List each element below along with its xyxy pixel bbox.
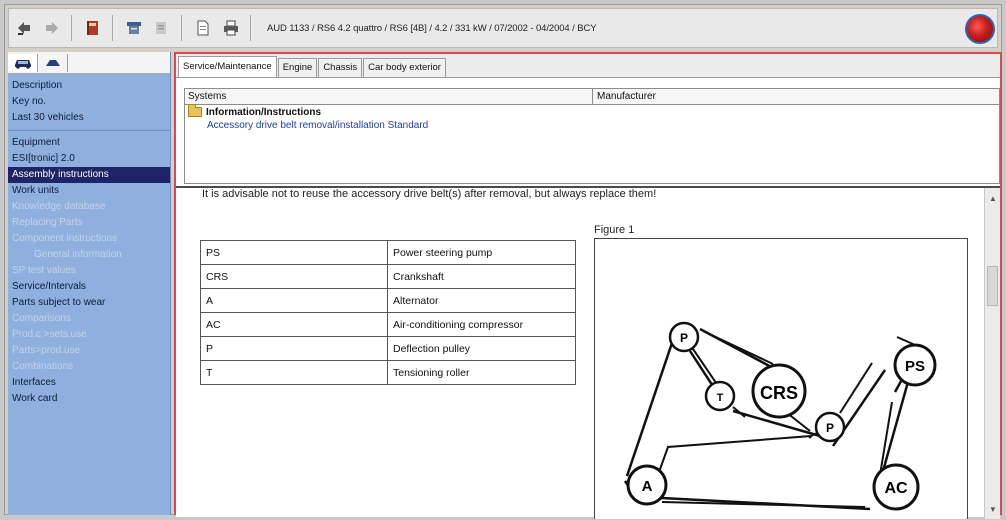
advice-text: It is advisable not to reuse the accesso… bbox=[202, 188, 657, 200]
toolbar-separator bbox=[250, 15, 251, 41]
document-icon[interactable] bbox=[190, 14, 216, 42]
legend-desc: Power steering pump bbox=[387, 240, 576, 265]
vehicle-info: AUD 1133 / RS6 4.2 quattro / RS6 [4B] / … bbox=[267, 22, 597, 34]
legend-desc: Deflection pulley bbox=[387, 336, 576, 361]
folder-icon bbox=[188, 104, 202, 117]
pulley-label: P bbox=[826, 421, 834, 435]
legend-abbr: T bbox=[200, 360, 388, 385]
legend-desc: Air-conditioning compressor bbox=[387, 312, 576, 337]
sidebar-item-interfaces[interactable]: Interfaces bbox=[8, 375, 170, 391]
pulley-label: AC bbox=[884, 480, 908, 497]
figure-title: Figure 1 bbox=[594, 224, 635, 236]
toolbar-separator bbox=[112, 15, 113, 41]
sidebar-item-esitronic[interactable]: ESI[tronic] 2.0 bbox=[8, 151, 170, 167]
legend-abbr: A bbox=[200, 288, 388, 313]
legend-abbr: AC bbox=[200, 312, 388, 337]
forward-icon[interactable] bbox=[39, 14, 65, 42]
book-icon[interactable] bbox=[80, 14, 106, 42]
tree-group-information-instructions[interactable]: Information/Instructions bbox=[185, 104, 999, 119]
pulley-label: P bbox=[680, 331, 688, 345]
legend-desc: Crankshaft bbox=[387, 264, 576, 289]
toolbar-separator bbox=[71, 15, 72, 41]
pulley-a: A bbox=[626, 464, 668, 506]
legend-abbr: P bbox=[200, 336, 388, 361]
filter-icon[interactable] bbox=[11, 14, 37, 42]
legend-desc: Tensioning roller bbox=[387, 360, 576, 385]
scrollbar-thumb[interactable] bbox=[987, 266, 998, 306]
sidebar-item-knowledge-database: Knowledge database bbox=[12, 201, 106, 212]
sidebar-item-comparisons: Comparisons bbox=[12, 313, 71, 324]
table-row: PS Power steering pump bbox=[200, 240, 576, 265]
sidebar-item-description[interactable]: Description bbox=[8, 78, 170, 94]
sidebar-item-parts-prod-use: Parts>prod.use bbox=[12, 345, 81, 356]
zoom-icon[interactable] bbox=[149, 14, 175, 42]
pulley-crs: CRS bbox=[751, 363, 807, 419]
systems-header: Systems Manufacturer bbox=[185, 89, 999, 105]
table-row: P Deflection pulley bbox=[200, 336, 576, 361]
column-header-manufacturer[interactable]: Manufacturer bbox=[593, 89, 999, 104]
legend-desc: Alternator bbox=[387, 288, 576, 313]
legend-abbr: PS bbox=[200, 240, 388, 265]
sidebar-item-assembly-instructions[interactable]: Assembly instructions bbox=[8, 167, 170, 183]
pulley-label: PS bbox=[905, 358, 925, 375]
tab-car-body-exterior[interactable]: Car body exterior bbox=[363, 58, 446, 77]
sidebar-item-general-information: General information bbox=[34, 249, 122, 260]
print-preview-icon[interactable] bbox=[121, 14, 147, 42]
sidebar-divider bbox=[8, 130, 170, 131]
sidebar-item-sp-test-values: SP test values bbox=[12, 265, 76, 276]
pulley-label: CRS bbox=[760, 383, 798, 403]
column-header-systems[interactable]: Systems bbox=[185, 89, 593, 104]
tab-engine[interactable]: Engine bbox=[277, 58, 318, 77]
pulley-label: T bbox=[717, 392, 724, 404]
sidebar-menu: Description Key no. Last 30 vehicles Equ… bbox=[8, 74, 170, 407]
tree-item-drive-belt[interactable]: Accessory drive belt removal/installatio… bbox=[185, 119, 999, 133]
sidebar-item-equipment[interactable]: Equipment bbox=[8, 135, 170, 151]
sidebar: Description Key no. Last 30 vehicles Equ… bbox=[8, 52, 171, 515]
car-icon[interactable] bbox=[8, 53, 38, 72]
toolbar: AUD 1133 / RS6 4.2 quattro / RS6 [4B] / … bbox=[8, 8, 998, 48]
tab-chassis[interactable]: Chassis bbox=[318, 58, 363, 77]
sidebar-item-combinations: Combinations bbox=[12, 361, 74, 372]
sidebar-tabs bbox=[8, 52, 170, 74]
pulley-t: T bbox=[704, 380, 736, 412]
tree-group-label: Information/Instructions bbox=[206, 106, 321, 118]
pulley-ac: AC bbox=[872, 463, 920, 511]
sidebar-item-work-card[interactable]: Work card bbox=[8, 391, 170, 407]
main-panel: Service/Maintenance Engine Chassis Car b… bbox=[174, 52, 1002, 519]
table-row: CRS Crankshaft bbox=[200, 264, 576, 289]
pulley-p-lower: P bbox=[814, 411, 846, 443]
systems-list: Systems Manufacturer Information/Instruc… bbox=[184, 88, 1000, 184]
legend-table: PS Power steering pump CRS Crankshaft A … bbox=[200, 240, 576, 385]
sidebar-item-component-instructions: Component instructions bbox=[12, 233, 118, 244]
sidebar-item-parts-subject-to-wear[interactable]: Parts subject to wear bbox=[8, 295, 170, 311]
brand-logo-icon bbox=[965, 14, 995, 44]
car-part-icon[interactable] bbox=[38, 53, 68, 72]
toolbar-separator bbox=[181, 15, 182, 41]
tab-service-maintenance[interactable]: Service/Maintenance bbox=[178, 56, 277, 77]
table-row: A Alternator bbox=[200, 288, 576, 313]
sidebar-item-work-units[interactable]: Work units bbox=[8, 183, 170, 199]
pulley-ps: PS bbox=[893, 343, 937, 387]
table-row: T Tensioning roller bbox=[200, 360, 576, 385]
scroll-up-arrow-icon[interactable]: ▲ bbox=[985, 190, 1001, 206]
vertical-scrollbar[interactable]: ▲ ▼ bbox=[984, 188, 1000, 519]
table-row: AC Air-conditioning compressor bbox=[200, 312, 576, 337]
pulley-label: A bbox=[642, 478, 653, 495]
sidebar-item-prod-sets-use: Prod.c.>sets.use bbox=[12, 329, 87, 340]
printer-icon[interactable] bbox=[218, 14, 244, 42]
sidebar-item-last-30-vehicles[interactable]: Last 30 vehicles bbox=[8, 110, 170, 126]
sidebar-item-key-no[interactable]: Key no. bbox=[8, 94, 170, 110]
pulley-p-upper: P bbox=[668, 321, 700, 353]
document-view: It is advisable not to reuse the accesso… bbox=[176, 186, 1000, 519]
legend-abbr: CRS bbox=[200, 264, 388, 289]
sidebar-item-service-intervals[interactable]: Service/Intervals bbox=[8, 279, 170, 295]
sidebar-item-replacing-parts: Replacing Parts bbox=[12, 217, 83, 228]
belt-diagram: P T CRS P PS A AC bbox=[594, 238, 968, 519]
tab-bar: Service/Maintenance Engine Chassis Car b… bbox=[176, 54, 1000, 78]
